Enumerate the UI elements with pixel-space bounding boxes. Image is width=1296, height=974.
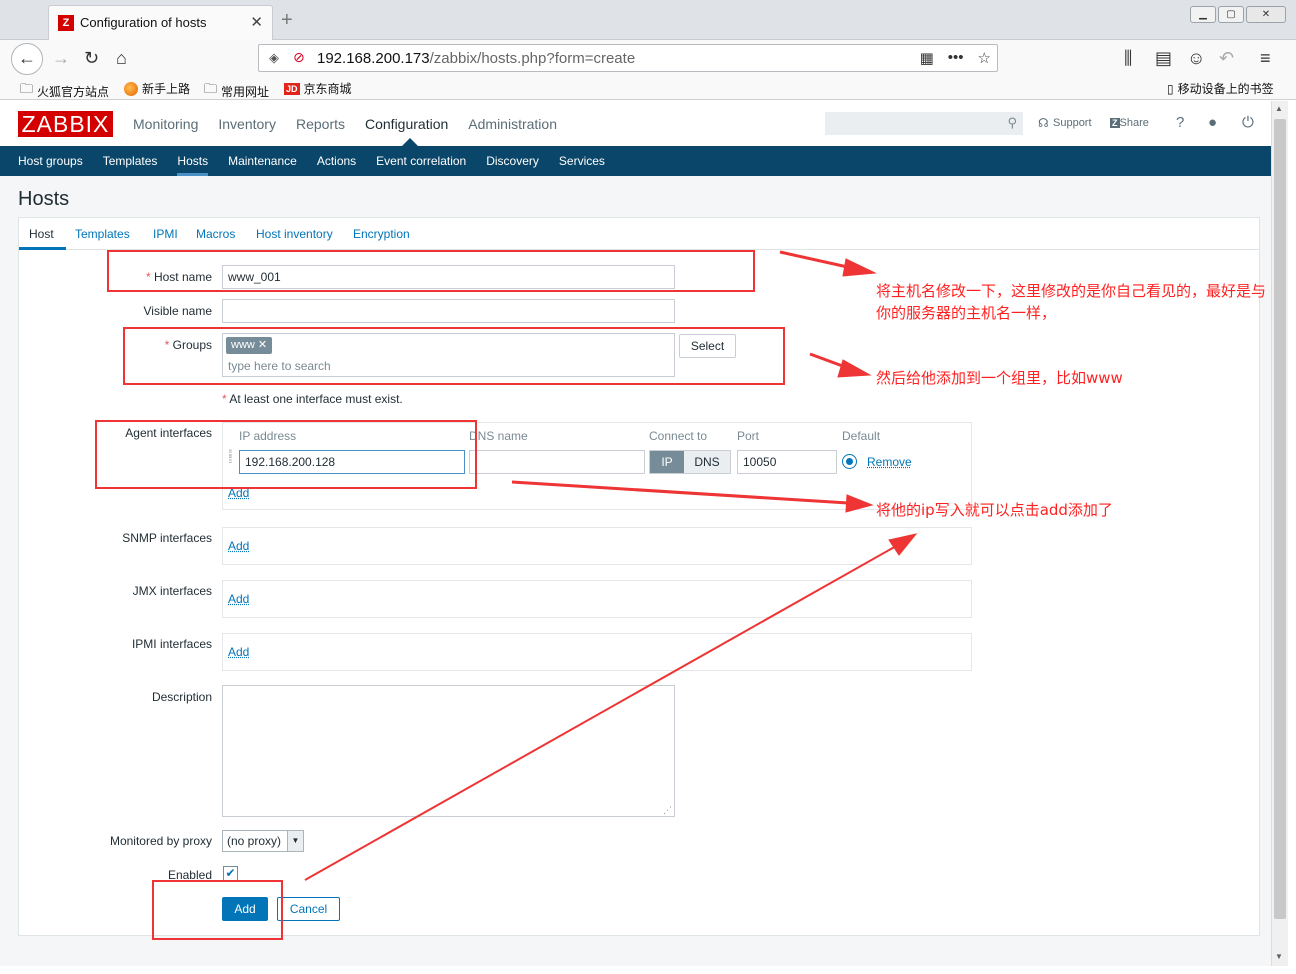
annotation-note-groups: 然后给他添加到一个组里，比如www [876, 369, 1123, 387]
arrow-line-1 [779, 250, 853, 270]
annotation-note-ip: 将他的ip写入就可以点击add添加了 [876, 501, 1113, 519]
arrow-head-4 [888, 533, 918, 556]
annotation-note-hostname: 将主机名修改一下，这里修改的是你自己看见的，最好是与你的服务器的主机名一样， [876, 282, 1267, 322]
arrow-line-3 [511, 480, 849, 505]
arrow-head-2 [837, 359, 872, 378]
arrow-line-4 [304, 544, 899, 881]
arrow-head-3 [845, 494, 874, 513]
arrow-head-1 [842, 258, 877, 277]
annotation-arrows [304, 250, 918, 881]
